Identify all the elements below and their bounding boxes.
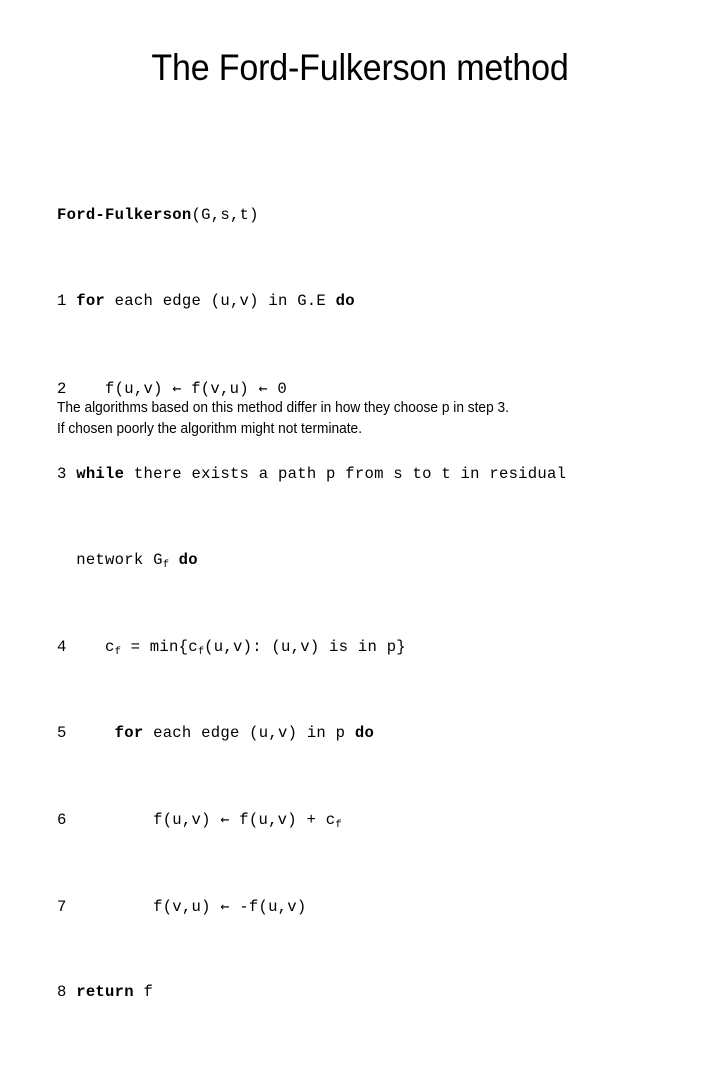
code-line-number: 7 <box>57 897 67 916</box>
code-line-5: 5 for each edge (u,v) in p do <box>57 723 717 745</box>
code-line-number: 3 <box>57 464 67 483</box>
code-line-3: 3 while there exists a path p from s to … <box>57 464 717 486</box>
code-line-7: 7 f(v,u) ← -f(u,v) <box>57 896 717 918</box>
code-text: 0 <box>267 379 287 398</box>
code-text: f(u,v) + c <box>229 811 336 830</box>
code-keyword-do: do <box>178 551 198 570</box>
code-line-3-continuation: network Gf do <box>57 550 717 572</box>
code-text: c <box>105 637 115 656</box>
code-text: network G <box>76 551 163 570</box>
code-keyword-for: for <box>114 724 144 743</box>
left-arrow-icon: ← <box>172 378 182 397</box>
code-keyword-do: do <box>335 292 355 311</box>
code-keyword-return: return <box>76 983 134 1002</box>
subscript-f: f <box>162 559 170 572</box>
subscript-f: f <box>335 819 342 832</box>
code-line-number: 5 <box>57 724 67 743</box>
slide-canvas: The Ford-Fulkerson method Ford-Fulkerson… <box>0 0 720 1001</box>
code-line-1: 1 for each edge (u,v) in G.E do <box>57 291 717 313</box>
code-line-signature: Ford-Fulkerson(G,s,t) <box>57 205 717 227</box>
code-line-number: 4 <box>57 637 67 656</box>
note-line-1: The algorithms based on this method diff… <box>57 400 509 416</box>
left-arrow-icon: ← <box>258 378 268 397</box>
code-text: (u,v): (u,v) is in p} <box>204 637 406 656</box>
code-line-number: 6 <box>57 811 67 830</box>
code-line-number: 2 <box>57 379 67 398</box>
left-arrow-icon: ← <box>220 896 230 915</box>
code-keyword-do: do <box>354 724 375 743</box>
code-line-8: 8 return f <box>57 982 717 1004</box>
code-text: each edge (u,v) in p <box>143 724 355 743</box>
code-text: each edge (u,v) in G.E <box>105 292 336 311</box>
code-text: f(u,v) <box>105 379 173 398</box>
code-procedure-args: (G,s,t) <box>191 205 259 224</box>
subscript-f: f <box>197 645 205 658</box>
code-text: f(u,v) <box>153 811 221 830</box>
code-keyword-for: for <box>76 292 106 311</box>
left-arrow-icon: ← <box>220 810 230 829</box>
code-line-6: 6 f(u,v) ← f(u,v) + cf <box>57 809 717 831</box>
code-line-4: 4 cf = min{cf(u,v): (u,v) is in p} <box>57 637 717 659</box>
page-title: The Ford-Fulkerson method <box>151 47 569 88</box>
note-line-2: If chosen poorly the algorithm might not… <box>57 420 363 437</box>
code-text: f(v,u) <box>153 897 221 916</box>
code-text: = min{c <box>120 637 198 656</box>
pseudocode-block: Ford-Fulkerson(G,s,t) 1 for each edge (u… <box>57 140 717 1069</box>
code-text: there exists a path p from s to t in res… <box>124 464 567 483</box>
explanatory-note: The algorithms based on this method diff… <box>57 398 659 439</box>
subscript-f: f <box>114 645 121 658</box>
code-keyword-while: while <box>76 464 125 483</box>
code-text: -f(u,v) <box>229 897 307 916</box>
code-line-number: 8 <box>57 983 67 1002</box>
code-text: f(v,u) <box>181 379 259 398</box>
code-text: f <box>133 983 154 1002</box>
code-line-2: 2 f(u,v) ← f(v,u) ← 0 <box>57 378 717 400</box>
code-procedure-name: Ford-Fulkerson <box>57 205 192 224</box>
code-line-number: 1 <box>57 292 67 311</box>
